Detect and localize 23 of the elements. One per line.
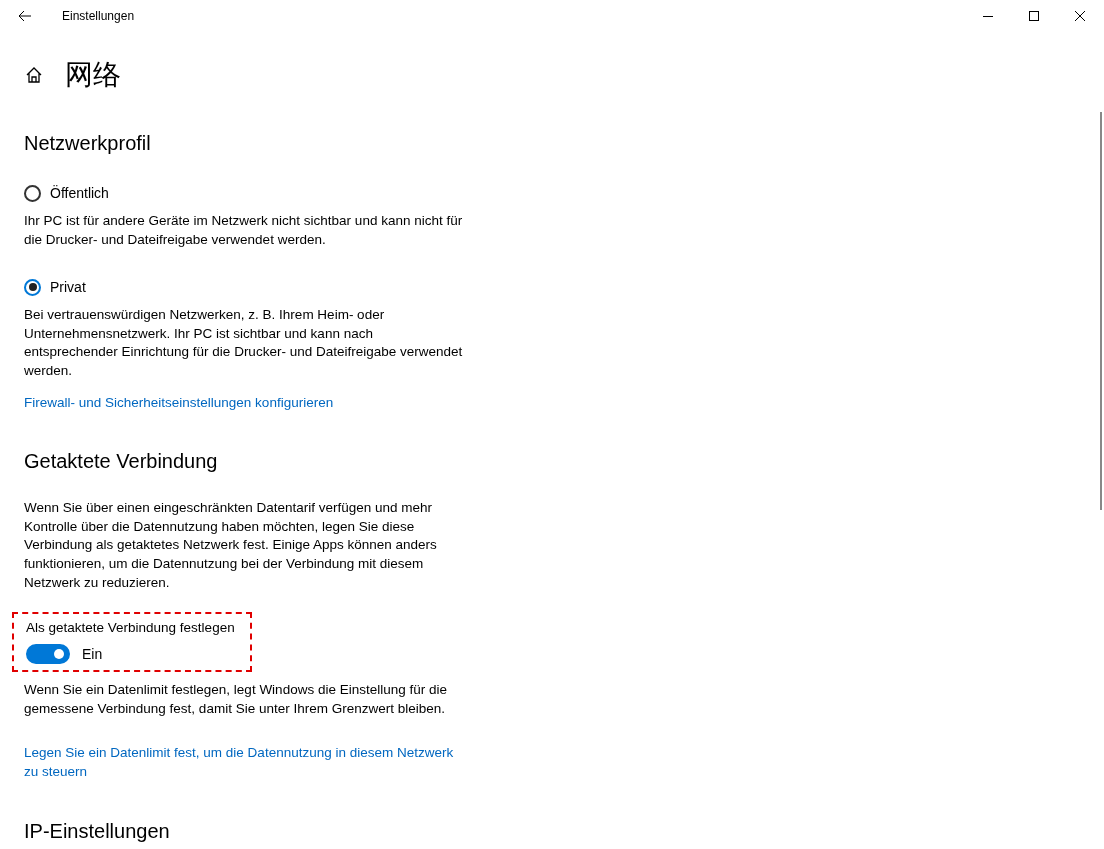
scrollbar[interactable] xyxy=(1100,112,1102,510)
settings-link[interactable]: Legen Sie ein Datenlimit fest, um die Datennutzung in diesem Netzwerk zu steuern xyxy=(24,744,469,782)
home-icon[interactable] xyxy=(25,66,43,84)
toggle-label: Als getaktete Verbindung festlegen xyxy=(26,620,236,636)
radio-label: Privat xyxy=(50,279,86,296)
page-title: 网络 xyxy=(65,57,121,93)
description-text: Wenn Sie über einen eingeschränkten Datentarif verfügen und mehr Kontrolle über die Datennutzung haben möchten, legen Sie diese Verbindung als getaktetes Netzwerk fest. Einige Apps können anders funktionieren, um die Datennutzung bei der Verbindung mit diesem Netzwerk zu reduzieren. xyxy=(24,499,438,592)
back-icon[interactable] xyxy=(18,10,32,22)
section-heading: IP-Einstellungen xyxy=(24,819,171,843)
close-icon[interactable] xyxy=(1075,11,1085,21)
radio-button[interactable] xyxy=(24,278,41,296)
description-text: Ihr PC ist für andere Geräte im Netzwerk nicht sichtbar und kann nicht für die Drucker- und Dateifreigabe verwendet werden. xyxy=(24,212,464,249)
description-text: Bei vertrauenswürdigen Netzwerken, z. B. Ihrem Heim- oder Unternehmensnetzwerk. Ihr PC ist sichtbar und kann nach entsprechender Einrichtung für die Drucker- und Dateifreigabe verwendet werden. xyxy=(24,306,464,380)
window-title: Einstellungen xyxy=(62,9,135,23)
radio-button[interactable] xyxy=(24,184,41,202)
maximize-icon[interactable] xyxy=(1029,11,1039,21)
section-heading: Netzwerkprofil xyxy=(24,132,152,155)
radio-label: Öffentlich xyxy=(50,185,109,201)
toggle-switch[interactable] xyxy=(26,644,70,665)
settings-link[interactable]: Firewall- und Sicherheitseinstellungen konfigurieren xyxy=(24,393,469,413)
description-text: Wenn Sie ein Datenlimit festlegen, legt Windows die Einstellung für die gemessene Verbindung fest, damit Sie unter Ihrem Grenzwert bleiben. xyxy=(24,681,448,718)
section-heading: Getaktete Verbindung xyxy=(24,450,219,474)
toggle-state: Ein xyxy=(82,646,103,663)
